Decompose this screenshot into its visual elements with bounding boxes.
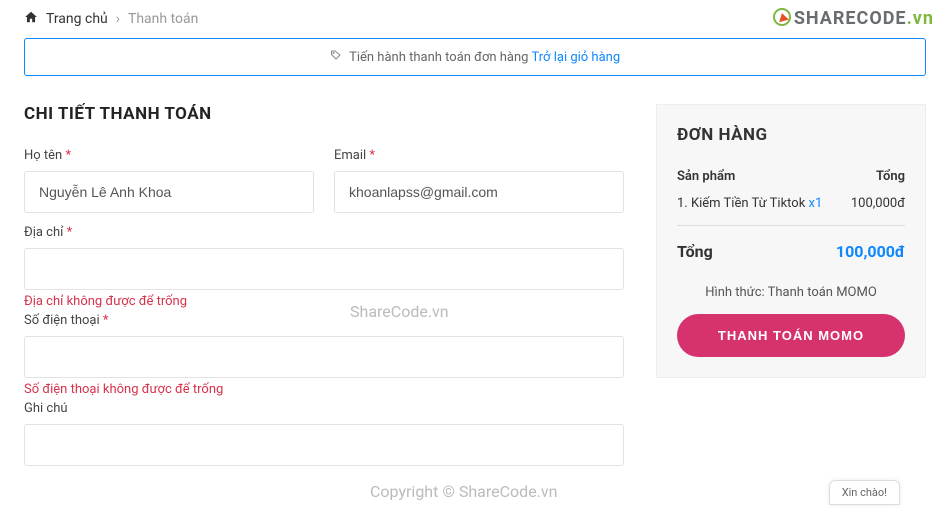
order-item: 1. Kiếm Tiền Từ Tiktok x1 100,000đ <box>677 190 905 217</box>
total-label: Tổng <box>677 242 713 261</box>
chat-widget[interactable]: Xin chào! <box>829 480 900 505</box>
logo-icon <box>773 8 791 26</box>
col-total: Tổng <box>876 169 905 184</box>
item-price: 100,000đ <box>851 196 905 211</box>
address-input[interactable] <box>24 248 624 290</box>
name-input[interactable] <box>24 171 314 213</box>
home-icon <box>24 10 38 28</box>
note-input[interactable] <box>24 424 624 466</box>
watermark-copyright: Copyright © ShareCode.vn <box>370 482 557 501</box>
email-label: Email * <box>334 148 624 163</box>
billing-details: CHI TIẾT THANH TOÁN Họ tên * Email * Địa… <box>24 104 624 466</box>
address-error: Địa chỉ không được để trống <box>24 294 624 309</box>
alert-text: Tiến hành thanh toán đơn hàng <box>349 50 528 65</box>
site-logo: SHARECODE.vn <box>773 6 934 29</box>
logo-brand: SHARECODE <box>794 8 907 29</box>
col-product: Sản phẩm <box>677 169 735 184</box>
billing-title: CHI TIẾT THANH TOÁN <box>24 104 624 124</box>
order-summary: ĐƠN HÀNG Sản phẩm Tổng 1. Kiếm Tiền Từ T… <box>656 104 926 378</box>
divider <box>677 225 905 226</box>
phone-input[interactable] <box>24 336 624 378</box>
breadcrumb-home[interactable]: Trang chủ <box>46 11 108 27</box>
name-label: Họ tên * <box>24 148 314 163</box>
pay-momo-button[interactable]: THANH TOÁN MOMO <box>677 314 905 357</box>
checkout-alert: Tiến hành thanh toán đơn hàng Trở lại gi… <box>24 38 926 76</box>
note-label: Ghi chú <box>24 401 624 416</box>
email-input[interactable] <box>334 171 624 213</box>
payment-method: Hình thức: Thanh toán MOMO <box>677 285 905 300</box>
item-qty: x1 <box>809 196 823 211</box>
breadcrumb-current: Thanh toán <box>128 11 198 27</box>
chevron-right-icon: › <box>116 11 120 27</box>
address-label: Địa chỉ * <box>24 225 624 240</box>
phone-error: Số điện thoại không được để trống <box>24 382 624 397</box>
back-to-cart-link[interactable]: Trở lại giỏ hàng <box>531 50 620 65</box>
order-title: ĐƠN HÀNG <box>677 125 905 145</box>
phone-label: Số điện thoại * <box>24 313 624 328</box>
logo-tld: .vn <box>907 8 934 29</box>
item-name: 1. Kiếm Tiền Từ Tiktok <box>677 196 805 211</box>
total-amount: 100,000đ <box>836 242 905 261</box>
tag-icon <box>330 50 345 65</box>
